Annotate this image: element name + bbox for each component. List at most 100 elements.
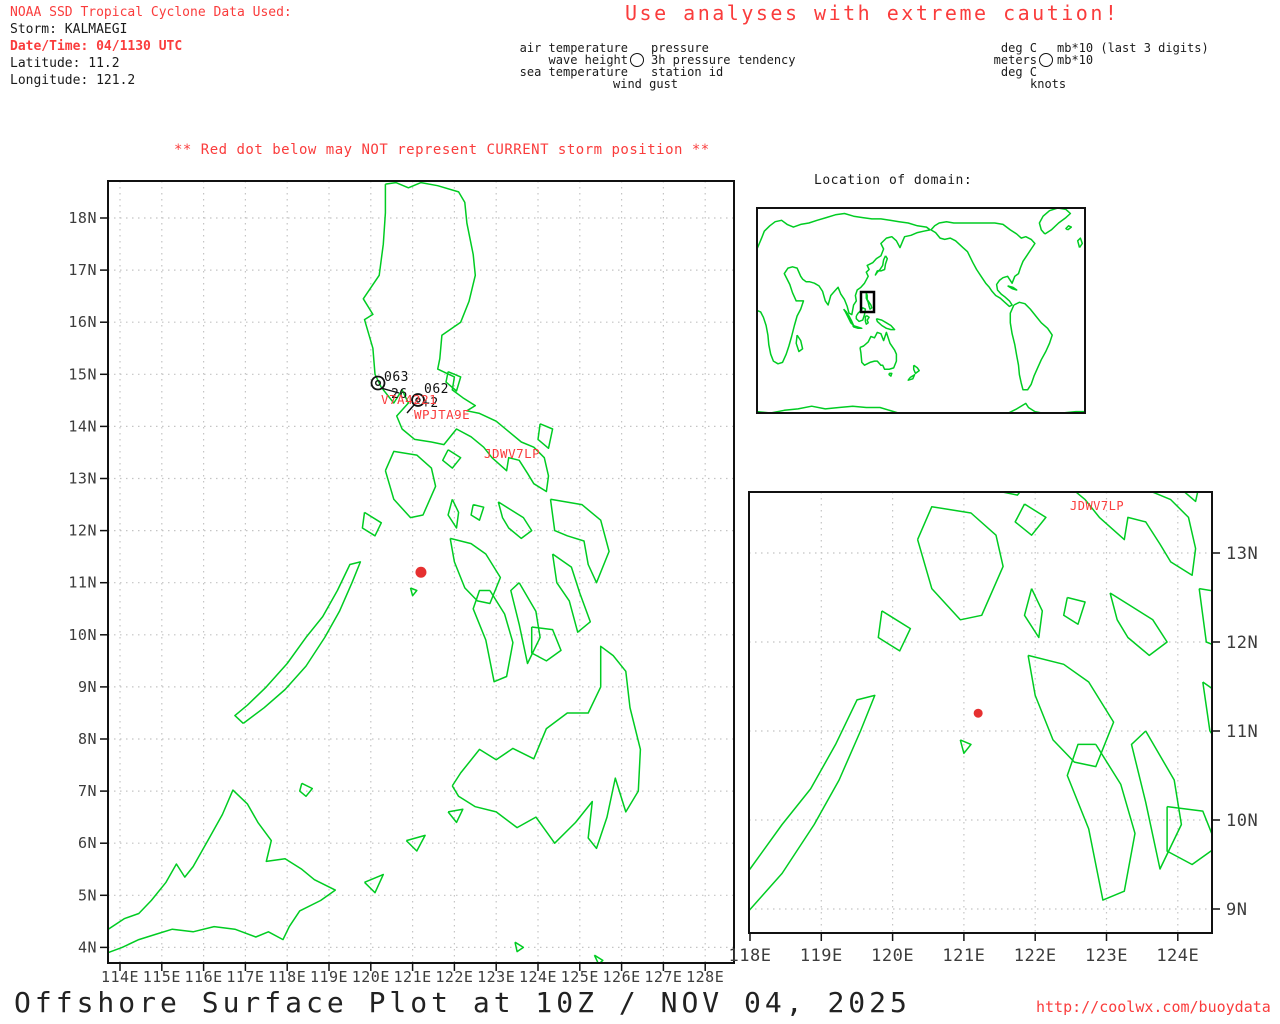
coastline: [1109, 592, 1168, 657]
main-map-x-tick-label: 126E: [603, 968, 641, 986]
storm-position-dot: [973, 708, 983, 718]
coastline: [441, 449, 462, 469]
main-map-y-tick-label: 7N: [78, 782, 97, 800]
coastline: [405, 834, 426, 852]
caution-banner: Use analyses with extreme caution!: [625, 1, 1120, 25]
legend-sea-temperature-label: sea temperature: [519, 65, 628, 79]
main-map-x-tick-label: 127E: [644, 968, 682, 986]
detail-map-y-tick-label: 11N: [1226, 722, 1258, 742]
coastline: [1027, 654, 1115, 768]
coastline: [1166, 805, 1212, 866]
coastline: [447, 498, 460, 529]
main-map-y-tick-label: 5N: [78, 886, 97, 904]
main-map-y-tick-label: 10N: [68, 626, 97, 644]
coastline: [451, 645, 642, 850]
main-map-y-tick-label: 17N: [68, 261, 97, 279]
main-map-y-tick-label: 16N: [68, 313, 97, 331]
detail-map-x-tick-label: 120E: [871, 946, 914, 966]
station-circle-icon: [1039, 53, 1053, 67]
storm-longitude-line: Longitude: 121.2: [10, 73, 136, 88]
detail-map-x-tick-label: 122E: [1014, 946, 1057, 966]
storm-position-warning: ** Red dot below may NOT represent CURRE…: [174, 142, 710, 158]
main-map-x-tick-label: 118E: [268, 968, 306, 986]
station-observation-text: WPJTA9E: [414, 407, 470, 422]
detail-map-y-tick-label: 10N: [1226, 811, 1258, 831]
coastline: [757, 212, 931, 365]
coastline: [1023, 588, 1044, 639]
station-observation-text: 063: [384, 370, 409, 385]
detail-map-y-tick-label: 9N: [1226, 900, 1247, 920]
main-map-x-tick-label: 121E: [394, 968, 432, 986]
main-map-y-tick-label: 6N: [78, 834, 97, 852]
main-map: 114E 115E 116E 117E 118E 119E 120E 121E 122E 123E…: [68, 180, 735, 986]
legend-sea-temp-units: deg C: [1000, 65, 1037, 79]
detail-map-x-tick-label: 118E: [729, 946, 772, 966]
coastline: [1065, 225, 1073, 231]
main-map-y-tick-label: 9N: [78, 678, 97, 696]
coastline: [852, 324, 863, 330]
coastline: [1014, 503, 1047, 536]
main-map-y-tick-label: 14N: [68, 417, 97, 435]
coastline: [1007, 285, 1018, 291]
legend-wind-gust-label: wind gust: [613, 77, 679, 91]
coastline: [234, 561, 362, 724]
world-map-coastlines: [757, 208, 1085, 413]
world-map: [756, 207, 1086, 414]
coastline: [361, 511, 383, 537]
station-symbol: [370, 375, 386, 391]
main-map-x-tick-label: 115E: [143, 968, 181, 986]
detail-map-y-tick-label: 12N: [1226, 633, 1258, 653]
detail-map-x-tick-label: 121E: [942, 946, 985, 966]
legend-gust-units: knots: [1030, 77, 1067, 91]
coastline: [916, 505, 1004, 621]
coastline: [907, 373, 916, 381]
station-observation-text: V7A4221: [381, 392, 437, 407]
storm-latitude-line: Latitude: 11.2: [10, 56, 120, 71]
coastline: [449, 537, 502, 605]
coastline: [875, 317, 896, 331]
world-inset-title: Location of domain:: [814, 173, 973, 188]
main-map-x-tick-label: 124E: [519, 968, 557, 986]
main-map-x-tick-label: 122E: [435, 968, 473, 986]
coastline: [959, 739, 972, 755]
detail-map-x-tick-label: 119E: [800, 946, 843, 966]
main-map-y-tick-label: 4N: [78, 938, 97, 956]
coastline: [864, 315, 870, 325]
station-observation-text: JDWV7LP: [484, 446, 540, 461]
main-map-x-tick-label: 125E: [561, 968, 599, 986]
coastline: [749, 694, 876, 912]
coastline: [363, 873, 385, 894]
coastline: [1062, 596, 1086, 625]
main-map-x-tick-label: 119E: [310, 968, 348, 986]
coastline: [384, 450, 437, 519]
storm-name-line: Storm: KALMAEGI: [10, 22, 128, 37]
detail-map-x-tick-label: 124E: [1156, 946, 1199, 966]
main-map-x-tick-label: 114E: [101, 968, 139, 986]
station-observation-text: JDWV7LP: [1070, 499, 1124, 513]
coastline: [537, 423, 554, 450]
coastline: [912, 364, 920, 375]
coastline: [551, 553, 592, 633]
detail-map-y-tick-label: 13N: [1226, 544, 1258, 564]
main-map-y-tick-label: 13N: [68, 470, 97, 488]
coastline: [447, 808, 464, 824]
coastline: [865, 292, 873, 310]
coastline: [757, 402, 1085, 413]
station-circle-icon: [630, 53, 644, 67]
coastline: [108, 789, 337, 954]
coastline: [1183, 492, 1199, 503]
coastline: [1009, 301, 1053, 391]
coastline: [795, 334, 804, 353]
coastline: [888, 372, 893, 377]
main-map-y-tick-label: 18N: [68, 209, 97, 227]
detail-map: 118E 119E 120E 121E 122E 123E 124E 13N 12N 11N 10N…: [729, 491, 1258, 966]
coastline: [1076, 237, 1084, 249]
coastline: [1021, 371, 1046, 404]
footer-plot-title: Offshore Surface Plot at 10Z / NOV 04, 2…: [14, 986, 911, 1019]
main-map-y-tick-label: 11N: [68, 574, 97, 592]
coastline: [1066, 743, 1136, 901]
coastline: [1130, 730, 1183, 870]
coastline: [859, 331, 898, 371]
footer-url-link[interactable]: http://coolwx.com/buoydata: [1036, 999, 1271, 1016]
noaa-source-line: NOAA SSD Tropical Cyclone Data Used:: [10, 5, 292, 20]
